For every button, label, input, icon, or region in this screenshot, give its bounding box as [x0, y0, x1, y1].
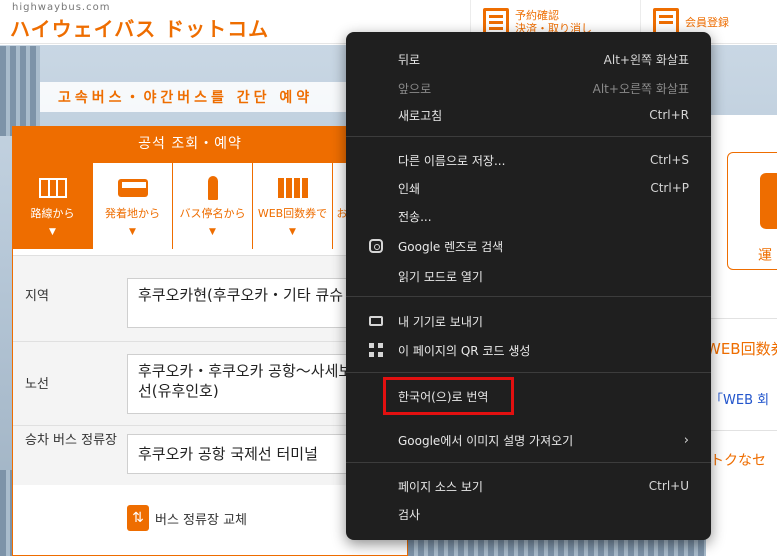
chevron-right-icon: ›	[683, 432, 689, 448]
ticket-icon	[277, 178, 308, 198]
boarding-stop-label: 승차 버스 정류장	[25, 433, 117, 448]
tab-by-origin-destination[interactable]: 発着地から ▼	[93, 163, 172, 249]
banner-text: 고속버스・야간버스를 간단 예약	[58, 90, 314, 106]
menu-item-forward[interactable]: 앞으로 Alt+오른쪽 화살표	[346, 76, 711, 100]
menu-item-reading-mode[interactable]: 읽기 모드로 열기	[346, 264, 711, 288]
menu-item-image-descriptions[interactable]: Google에서 이미지 설명 가져오기 ›	[346, 428, 711, 452]
menu-item-cast[interactable]: 전송...	[346, 204, 711, 228]
tab-label: バス停名から	[179, 207, 246, 220]
bus-stop-icon	[207, 176, 218, 200]
menu-item-qr-code[interactable]: 이 페이지의 QR 코드 생성	[346, 338, 711, 362]
web-ticket-link[interactable]: 「WEB 회	[710, 389, 769, 408]
tab-label: WEB回数券で	[257, 207, 328, 220]
menu-separator	[346, 296, 711, 297]
menu-item-google-lens[interactable]: Google 렌즈로 검색	[346, 234, 711, 258]
translate-highlight-box	[383, 377, 514, 415]
menu-item-inspect[interactable]: 검사	[346, 502, 711, 526]
menu-item-print[interactable]: 인쇄 Ctrl+P	[346, 176, 711, 200]
swap-stops-button[interactable]: ⇅ 버스 정류장 교체	[127, 505, 247, 531]
building-image	[0, 46, 40, 136]
menu-item-save-as[interactable]: 다른 이름으로 저장... Ctrl+S	[346, 148, 711, 172]
menu-item-reload[interactable]: 새로고침 Ctrl+R	[346, 103, 711, 127]
member-link-label: 会員登録	[685, 16, 729, 29]
caret-down-icon: ▼	[129, 227, 136, 237]
tab-label: 発着地から	[105, 207, 160, 220]
caret-down-icon: ▼	[289, 227, 296, 237]
tab-label: 路線から	[30, 207, 75, 220]
card-label: 運	[758, 248, 772, 264]
bus-icon	[117, 179, 148, 197]
hero-banner: 고속버스・야간버스를 간단 예약	[40, 82, 360, 112]
browser-context-menu: 뒤로 Alt+왼쪽 화살표 앞으로 Alt+오른쪽 화살표 새로고침 Ctrl+…	[346, 32, 711, 540]
caret-down-icon: ▼	[209, 227, 216, 237]
menu-item-send-to-device[interactable]: 내 기기로 보내기	[346, 309, 711, 333]
building-image	[0, 470, 12, 556]
menu-separator	[346, 462, 711, 463]
divider	[706, 430, 777, 431]
divider	[706, 318, 777, 319]
reservation-link-line1: 予約確認	[515, 9, 559, 22]
route-label: 노선	[25, 377, 49, 392]
caret-down-icon: ▼	[49, 227, 56, 237]
bus-icon	[760, 173, 777, 229]
logo-url: highwaybus.com	[12, 2, 111, 13]
menu-item-back[interactable]: 뒤로 Alt+왼쪽 화살표	[346, 47, 711, 71]
tab-by-route[interactable]: 路線から ▼	[13, 163, 92, 249]
site-logo[interactable]: ハイウェイバス ドットコム	[10, 13, 269, 42]
menu-separator	[346, 136, 711, 137]
swap-label: 버스 정류장 교체	[155, 512, 247, 528]
deal-notice[interactable]: トクなセ	[710, 450, 766, 470]
tab-by-web-ticket[interactable]: WEB回数券で ▼	[253, 163, 332, 249]
menu-item-view-source[interactable]: 페이지 소스 보기 Ctrl+U	[346, 474, 711, 498]
web-ticket-heading: WEB回数券	[706, 340, 777, 358]
operation-info-card[interactable]: 運	[727, 152, 777, 270]
swap-arrows-icon: ⇅	[127, 505, 149, 531]
region-label: 지역	[25, 289, 49, 304]
map-icon	[38, 178, 67, 198]
menu-separator	[346, 372, 711, 373]
tab-by-stop-name[interactable]: バス停名から ▼	[173, 163, 252, 249]
